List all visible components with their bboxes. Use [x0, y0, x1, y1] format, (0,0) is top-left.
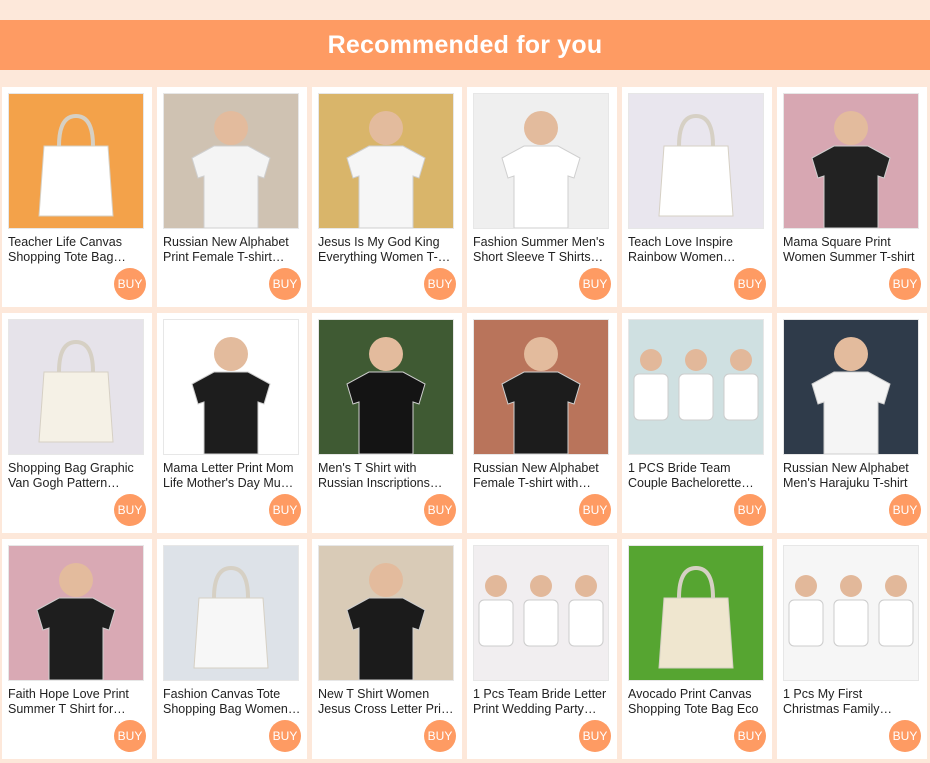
product-title[interactable]: New T Shirt Women Jesus Cross Letter Pri… [318, 687, 456, 717]
product-photo-placeholder [164, 320, 298, 454]
buy-button[interactable]: BUY [579, 720, 611, 752]
buy-button[interactable]: BUY [734, 720, 766, 752]
product-photo-placeholder [629, 546, 763, 680]
product-photo-placeholder [9, 94, 143, 228]
product-image[interactable] [8, 545, 144, 681]
buy-button[interactable]: BUY [114, 494, 146, 526]
product-image[interactable] [8, 93, 144, 229]
buy-button[interactable]: BUY [269, 268, 301, 300]
product-photo-placeholder [164, 94, 298, 228]
buy-button[interactable]: BUY [269, 494, 301, 526]
product-card[interactable]: Mama Letter Print Mom Life Mother's Day … [157, 313, 307, 533]
product-card[interactable]: Russian New Alphabet Print Female T-shir… [157, 87, 307, 307]
product-photo-placeholder [164, 546, 298, 680]
product-photo-placeholder [319, 320, 453, 454]
product-card[interactable]: Avocado Print Canvas Shopping Tote Bag E… [622, 539, 772, 759]
product-image[interactable] [318, 93, 454, 229]
buy-button[interactable]: BUY [269, 720, 301, 752]
product-photo-placeholder [474, 94, 608, 228]
buy-button[interactable]: BUY [579, 494, 611, 526]
buy-button[interactable]: BUY [889, 268, 921, 300]
product-image[interactable] [318, 545, 454, 681]
product-title[interactable]: Teacher Life Canvas Shopping Tote Bag Wo… [8, 235, 146, 265]
section-title: Recommended for you [327, 30, 603, 59]
product-card[interactable]: Teach Love Inspire Rainbow Women Shoppin… [622, 87, 772, 307]
product-card[interactable]: Men's T Shirt with Russian Inscriptions … [312, 313, 462, 533]
product-photo-placeholder [784, 320, 918, 454]
product-title[interactable]: Mama Letter Print Mom Life Mother's Day … [163, 461, 301, 491]
product-title[interactable]: Fashion Summer Men's Short Sleeve T Shir… [473, 235, 611, 265]
product-card[interactable]: Shopping Bag Graphic Van Gogh Pattern Ca… [2, 313, 152, 533]
buy-button[interactable]: BUY [424, 720, 456, 752]
product-card[interactable]: Faith Hope Love Print Summer T Shirt for… [2, 539, 152, 759]
product-title[interactable]: 1 Pcs My First Christmas Family Matching… [783, 687, 921, 717]
product-photo-placeholder [784, 94, 918, 228]
product-card[interactable]: Russian New Alphabet Men's Harajuku T-sh… [777, 313, 927, 533]
product-title[interactable]: Mama Square Print Women Summer T-shirt [783, 235, 921, 265]
product-photo-placeholder [319, 546, 453, 680]
product-title[interactable]: 1 Pcs Team Bride Letter Print Wedding Pa… [473, 687, 611, 717]
product-photo-placeholder [9, 320, 143, 454]
product-photo-placeholder [474, 320, 608, 454]
product-image[interactable] [783, 319, 919, 455]
recommended-banner: Recommended for you [0, 20, 930, 70]
buy-button[interactable]: BUY [889, 720, 921, 752]
product-card[interactable]: Fashion Summer Men's Short Sleeve T Shir… [467, 87, 617, 307]
buy-button[interactable]: BUY [579, 268, 611, 300]
buy-button[interactable]: BUY [889, 494, 921, 526]
product-image[interactable] [628, 93, 764, 229]
product-image[interactable] [628, 319, 764, 455]
product-title[interactable]: Jesus Is My God King Everything Women T-… [318, 235, 456, 265]
product-title[interactable]: 1 PCS Bride Team Couple Bachelorette Par… [628, 461, 766, 491]
product-title[interactable]: Fashion Canvas Tote Shopping Bag Women T… [163, 687, 301, 717]
product-grid: Teacher Life Canvas Shopping Tote Bag Wo… [2, 87, 927, 759]
product-photo-placeholder [629, 94, 763, 228]
product-image[interactable] [628, 545, 764, 681]
product-image[interactable] [473, 545, 609, 681]
product-image[interactable] [318, 319, 454, 455]
product-photo-placeholder [629, 320, 763, 454]
product-photo-placeholder [474, 546, 608, 680]
product-title[interactable]: Shopping Bag Graphic Van Gogh Pattern Ca… [8, 461, 146, 491]
product-image[interactable] [8, 319, 144, 455]
product-card[interactable]: Fashion Canvas Tote Shopping Bag Women T… [157, 539, 307, 759]
product-image[interactable] [783, 545, 919, 681]
product-photo-placeholder [9, 546, 143, 680]
product-card[interactable]: 1 Pcs Team Bride Letter Print Wedding Pa… [467, 539, 617, 759]
product-title[interactable]: Faith Hope Love Print Summer T Shirt for… [8, 687, 146, 717]
product-card[interactable]: 1 PCS Bride Team Couple Bachelorette Par… [622, 313, 772, 533]
buy-button[interactable]: BUY [734, 268, 766, 300]
product-photo-placeholder [784, 546, 918, 680]
product-image[interactable] [783, 93, 919, 229]
product-card[interactable]: Russian New Alphabet Female T-shirt with… [467, 313, 617, 533]
product-image[interactable] [163, 545, 299, 681]
product-title[interactable]: Avocado Print Canvas Shopping Tote Bag E… [628, 687, 766, 717]
product-card[interactable]: 1 Pcs My First Christmas Family Matching… [777, 539, 927, 759]
product-image[interactable] [473, 93, 609, 229]
product-title[interactable]: Teach Love Inspire Rainbow Women Shoppin… [628, 235, 766, 265]
buy-button[interactable]: BUY [424, 268, 456, 300]
product-photo-placeholder [319, 94, 453, 228]
product-image[interactable] [473, 319, 609, 455]
product-title[interactable]: Russian New Alphabet Female T-shirt with… [473, 461, 611, 491]
buy-button[interactable]: BUY [734, 494, 766, 526]
product-title[interactable]: Men's T Shirt with Russian Inscriptions … [318, 461, 456, 491]
product-title[interactable]: Russian New Alphabet Print Female T-shir… [163, 235, 301, 265]
product-card[interactable]: Teacher Life Canvas Shopping Tote Bag Wo… [2, 87, 152, 307]
product-image[interactable] [163, 319, 299, 455]
product-image[interactable] [163, 93, 299, 229]
buy-button[interactable]: BUY [424, 494, 456, 526]
product-card[interactable]: New T Shirt Women Jesus Cross Letter Pri… [312, 539, 462, 759]
product-card[interactable]: Jesus Is My God King Everything Women T-… [312, 87, 462, 307]
product-title[interactable]: Russian New Alphabet Men's Harajuku T-sh… [783, 461, 921, 491]
buy-button[interactable]: BUY [114, 268, 146, 300]
buy-button[interactable]: BUY [114, 720, 146, 752]
product-card[interactable]: Mama Square Print Women Summer T-shirt BU… [777, 87, 927, 307]
